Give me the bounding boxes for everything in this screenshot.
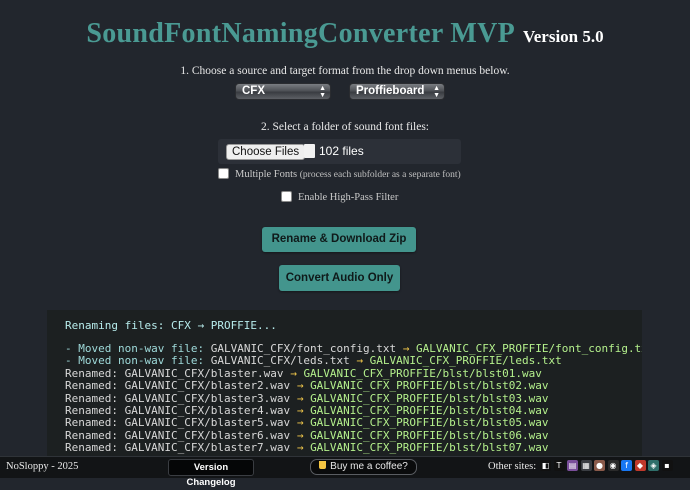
step1-instruction: 1. Choose a source and target format fro… xyxy=(180,65,510,77)
renamed-prefix: Renamed: xyxy=(65,391,118,405)
file-picker: Choose Files 102 files xyxy=(218,139,461,164)
site-icon-6[interactable]: ◉ xyxy=(607,460,619,471)
source-format-value: CFX xyxy=(242,85,265,97)
arrow-icon: → xyxy=(290,366,297,380)
output-console: Renaming files: CFX → PROFFIE... - Moved… xyxy=(47,310,642,456)
version-changelog-button[interactable]: Version Changelog xyxy=(168,459,254,488)
copyright-text: NoSloppy - 2025 xyxy=(6,461,79,472)
page-header: SoundFontNamingConverter MVP Version 5.0 xyxy=(0,18,690,50)
version-label: Version 5.0 xyxy=(523,27,604,46)
multiple-fonts-checkbox[interactable] xyxy=(218,168,229,180)
site-icon-2[interactable]: T xyxy=(553,460,565,471)
source-path: GALVANIC_CFX/blaster7.wav xyxy=(124,441,291,455)
destination-path: GALVANIC_CFX_PROFFIE/blst/blst01.wav xyxy=(303,366,542,380)
renamed-prefix: Renamed: xyxy=(65,416,118,430)
highpass-label: Enable High-Pass Filter xyxy=(298,192,399,203)
target-format-select[interactable]: Proffieboard ▲ ▼ xyxy=(349,83,445,100)
site-icon-7[interactable]: f xyxy=(621,460,632,471)
destination-path: GALVANIC_CFX_PROFFIE/blst/blst06.wav xyxy=(310,428,549,442)
site-icon-4[interactable]: ▦ xyxy=(580,460,592,471)
coffee-cup-icon xyxy=(319,461,327,470)
buy-coffee-button[interactable]: Buy me a coffee? xyxy=(310,459,417,475)
arrow-icon: → xyxy=(402,342,410,355)
renamed-prefix: Renamed: xyxy=(65,379,118,393)
destination-path: GALVANIC_CFX_PROFFIE/font_config.txt xyxy=(416,342,642,355)
rename-download-button[interactable]: Rename & Download Zip xyxy=(262,227,416,252)
destination-path: GALVANIC_CFX_PROFFIE/blst/blst07.wav xyxy=(310,441,549,455)
highpass-option: Enable High-Pass Filter xyxy=(281,191,399,203)
source-path: GALVANIC_CFX/blaster4.wav xyxy=(124,404,291,417)
renamed-prefix: Renamed: xyxy=(65,366,118,380)
source-path: GALVANIC_CFX/blaster3.wav xyxy=(124,391,291,405)
select-arrows-icon: ▲ ▼ xyxy=(433,84,440,99)
destination-path: GALVANIC_CFX_PROFFIE/blst/blst03.wav xyxy=(310,391,549,405)
buy-coffee-label: Buy me a coffee? xyxy=(330,461,408,472)
site-icon-9[interactable]: ◈ xyxy=(648,460,659,471)
source-path: GALVANIC_CFX/blaster5.wav xyxy=(124,416,291,430)
multiple-fonts-option: Multiple Fonts (process each subfolder a… xyxy=(218,168,461,180)
arrow-icon: → xyxy=(296,428,304,442)
renamed-prefix: Renamed: xyxy=(65,441,118,455)
multiple-fonts-label: Multiple Fonts xyxy=(235,169,298,180)
renamed-prefix: Renamed: xyxy=(65,428,118,442)
step2-instruction: 2. Select a folder of sound font files: xyxy=(261,121,429,133)
arrow-icon: → xyxy=(356,354,364,368)
source-path: GALVANIC_CFX/blaster6.wav xyxy=(124,428,291,442)
site-icon-5[interactable]: ● xyxy=(594,460,605,471)
arrow-icon: → xyxy=(296,404,304,417)
console-header: Renaming files: CFX → PROFFIE... xyxy=(65,319,277,332)
source-path: GALVANIC_CFX/leds.txt xyxy=(210,354,350,368)
moved-prefix: - Moved non-wav file: xyxy=(65,354,205,368)
file-count: 102 files xyxy=(319,144,364,158)
multiple-fonts-note: (process each subfolder as a separate fo… xyxy=(299,170,461,180)
arrow-icon: → xyxy=(296,416,304,430)
arrow-icon: → xyxy=(296,441,304,455)
choose-files-button[interactable]: Choose Files xyxy=(226,144,306,160)
page-title: SoundFontNamingConverter MVP xyxy=(86,18,516,49)
destination-path: GALVANIC_CFX_PROFFIE/leds.txt xyxy=(369,354,562,368)
file-icon xyxy=(304,144,315,158)
console-line: Renamed: GALVANIC_CFX/blaster7.wav → GAL… xyxy=(65,441,549,455)
source-path: GALVANIC_CFX/blaster2.wav xyxy=(124,379,291,393)
highpass-checkbox[interactable] xyxy=(281,191,292,203)
source-format-select[interactable]: CFX ▲ ▼ xyxy=(235,83,331,100)
destination-path: GALVANIC_CFX_PROFFIE/blst/blst05.wav xyxy=(310,416,549,430)
footer: NoSloppy - 2025 Version Changelog Buy me… xyxy=(0,456,690,488)
site-icon-8[interactable]: ◆ xyxy=(634,460,646,471)
destination-path: GALVANIC_CFX_PROFFIE/blst/blst02.wav xyxy=(310,379,549,393)
other-sites-label: Other sites: xyxy=(488,461,537,472)
moved-prefix: - Moved non-wav file: xyxy=(65,342,205,355)
select-arrows-icon: ▲ ▼ xyxy=(319,84,326,99)
site-icon-10[interactable]: ▪ xyxy=(661,460,673,471)
target-format-value: Proffieboard xyxy=(356,85,425,97)
destination-path: GALVANIC_CFX_PROFFIE/blst/blst04.wav xyxy=(310,404,549,417)
source-path: GALVANIC_CFX/blaster.wav xyxy=(124,366,284,380)
renamed-prefix: Renamed: xyxy=(65,404,118,417)
site-icon-1[interactable]: ◧ xyxy=(540,460,551,471)
arrow-icon: → xyxy=(296,379,304,393)
arrow-icon: → xyxy=(296,391,304,405)
convert-audio-button[interactable]: Convert Audio Only xyxy=(279,265,400,291)
site-icon-3[interactable]: ▤ xyxy=(567,460,578,471)
source-path: GALVANIC_CFX/font_config.txt xyxy=(210,342,397,355)
